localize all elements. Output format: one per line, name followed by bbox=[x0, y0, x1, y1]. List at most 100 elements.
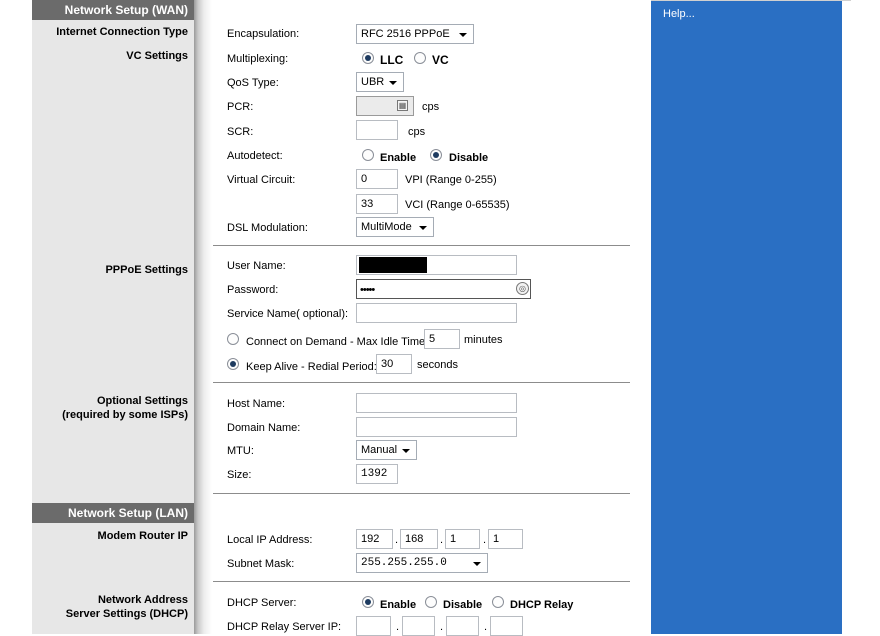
autodetect-disable-label: Disable bbox=[449, 152, 489, 164]
dhcp-relay-label: DHCP Relay bbox=[510, 599, 574, 611]
domain-name-label: Domain Name: bbox=[227, 422, 301, 434]
pcr-label: PCR: bbox=[227, 101, 254, 113]
subnet-mask-select[interactable]: 255.255.255.0 bbox=[356, 553, 488, 573]
ip-dot: . bbox=[484, 621, 488, 633]
password-label: Password: bbox=[227, 284, 279, 296]
dhcp-server-label: DHCP Server: bbox=[227, 597, 297, 609]
dhcp-disable-radio[interactable] bbox=[425, 596, 437, 608]
vci-input[interactable]: 33 bbox=[356, 194, 398, 214]
ip-dot: . bbox=[395, 534, 399, 546]
dhcp-relay-radio[interactable] bbox=[492, 596, 504, 608]
relay-ip-octet-3-input[interactable] bbox=[446, 616, 479, 636]
mtu-size-input[interactable]: 1392 bbox=[356, 464, 398, 484]
ip-dot: . bbox=[483, 534, 487, 546]
host-name-input[interactable] bbox=[356, 393, 517, 413]
column-shadow bbox=[194, 0, 212, 634]
multiplexing-vc-label: VC bbox=[432, 53, 449, 67]
domain-name-input[interactable] bbox=[356, 417, 517, 437]
dhcp-enable-radio[interactable] bbox=[362, 596, 374, 608]
password-input[interactable]: ••••• ◎ bbox=[356, 279, 531, 299]
ip-octet-1-input[interactable]: 192 bbox=[356, 529, 393, 549]
redial-period-input[interactable]: 30 bbox=[376, 354, 412, 374]
optional-settings-sublabel: (required by some ISPs) bbox=[62, 409, 188, 421]
multiplexing-llc-radio[interactable] bbox=[362, 52, 374, 64]
encapsulation-select[interactable]: RFC 2516 PPPoE bbox=[356, 24, 474, 44]
multiplexing-label: Multiplexing: bbox=[227, 53, 289, 65]
vci-hint: VCI (Range 0-65535) bbox=[405, 199, 510, 211]
ip-dot: . bbox=[440, 621, 444, 633]
autodetect-enable-radio[interactable] bbox=[362, 149, 374, 161]
dhcp-enable-label: Enable bbox=[380, 599, 417, 611]
scr-input[interactable] bbox=[356, 120, 398, 140]
internet-connection-type-label: Internet Connection Type bbox=[56, 26, 188, 38]
dsl-modulation-select[interactable]: MultiMode bbox=[356, 217, 434, 237]
username-label: User Name: bbox=[227, 260, 286, 272]
ip-dot: . bbox=[440, 534, 444, 546]
dhcp-settings-sublabel: Server Settings (DHCP) bbox=[65, 608, 188, 620]
relay-ip-octet-4-input[interactable] bbox=[490, 616, 523, 636]
pppoe-settings-label: PPPoE Settings bbox=[105, 264, 188, 276]
vc-settings-label: VC Settings bbox=[126, 50, 188, 62]
redial-period-unit: seconds bbox=[417, 359, 458, 371]
chevron-down-icon bbox=[459, 33, 467, 37]
password-value: ••••• bbox=[360, 284, 375, 296]
wan-section-header: Network Setup (WAN) bbox=[32, 0, 194, 20]
relay-ip-octet-2-input[interactable] bbox=[402, 616, 435, 636]
pcr-input[interactable]: ▦ bbox=[356, 96, 414, 116]
virtual-circuit-label: Virtual Circuit: bbox=[227, 174, 296, 186]
vpi-hint: VPI (Range 0-255) bbox=[405, 174, 497, 186]
ip-octet-2-input[interactable]: 168 bbox=[400, 529, 438, 549]
connect-on-demand-label: Connect on Demand - Max Idle Time: bbox=[246, 336, 429, 348]
dhcp-settings-label: Network Address bbox=[97, 594, 188, 606]
connect-on-demand-radio[interactable] bbox=[227, 333, 239, 345]
mtu-value: Manual bbox=[361, 444, 398, 456]
mtu-select[interactable]: Manual bbox=[356, 440, 417, 460]
username-input[interactable] bbox=[356, 255, 517, 275]
qos-type-value: UBR bbox=[361, 76, 385, 88]
chevron-down-icon bbox=[389, 81, 397, 85]
chevron-down-icon bbox=[473, 562, 481, 566]
divider bbox=[213, 382, 630, 383]
multiplexing-vc-radio[interactable] bbox=[414, 52, 426, 64]
keyboard-icon: ▦ bbox=[397, 100, 408, 111]
divider bbox=[213, 581, 630, 582]
qos-type-select[interactable]: UBR bbox=[356, 72, 404, 92]
reveal-password-icon[interactable]: ◎ bbox=[516, 282, 529, 295]
local-ip-label: Local IP Address: bbox=[227, 534, 313, 546]
redacted-username bbox=[359, 257, 427, 273]
ip-octet-3-input[interactable]: 1 bbox=[445, 529, 480, 549]
divider bbox=[213, 245, 630, 246]
vpi-input[interactable]: 0 bbox=[356, 169, 398, 189]
autodetect-enable-label: Enable bbox=[380, 152, 417, 164]
service-name-label: Service Name( optional): bbox=[227, 308, 349, 320]
top-divider bbox=[651, 0, 851, 1]
dhcp-disable-label: Disable bbox=[443, 599, 483, 611]
subnet-mask-label: Subnet Mask: bbox=[227, 558, 295, 570]
size-label: Size: bbox=[227, 469, 252, 481]
keep-alive-radio[interactable] bbox=[227, 358, 239, 370]
encapsulation-value: RFC 2516 PPPoE bbox=[361, 28, 450, 40]
dsl-modulation-value: MultiMode bbox=[361, 221, 412, 233]
chevron-down-icon bbox=[419, 226, 427, 230]
service-name-input[interactable] bbox=[356, 303, 517, 323]
autodetect-disable-radio[interactable] bbox=[430, 149, 442, 161]
chevron-down-icon bbox=[402, 449, 410, 453]
scr-unit: cps bbox=[408, 126, 426, 138]
dhcp-relay-server-ip-label: DHCP Relay Server IP: bbox=[227, 621, 342, 633]
mtu-label: MTU: bbox=[227, 445, 254, 457]
modem-router-ip-label: Modem Router IP bbox=[97, 530, 188, 542]
scr-label: SCR: bbox=[227, 126, 254, 138]
keep-alive-label: Keep Alive - Redial Period: bbox=[246, 361, 377, 373]
pcr-unit: cps bbox=[422, 101, 440, 113]
max-idle-time-input[interactable]: 5 bbox=[424, 329, 460, 349]
relay-ip-octet-1-input[interactable] bbox=[356, 616, 391, 636]
dsl-modulation-label: DSL Modulation: bbox=[227, 222, 308, 234]
autodetect-label: Autodetect: bbox=[227, 150, 283, 162]
divider bbox=[213, 493, 630, 494]
help-link[interactable]: Help... bbox=[663, 8, 695, 20]
help-panel bbox=[651, 0, 842, 634]
ip-octet-4-input[interactable]: 1 bbox=[488, 529, 523, 549]
lan-section-header: Network Setup (LAN) bbox=[32, 503, 194, 523]
ip-dot: . bbox=[396, 621, 400, 633]
qos-type-label: QoS Type: bbox=[227, 77, 279, 89]
